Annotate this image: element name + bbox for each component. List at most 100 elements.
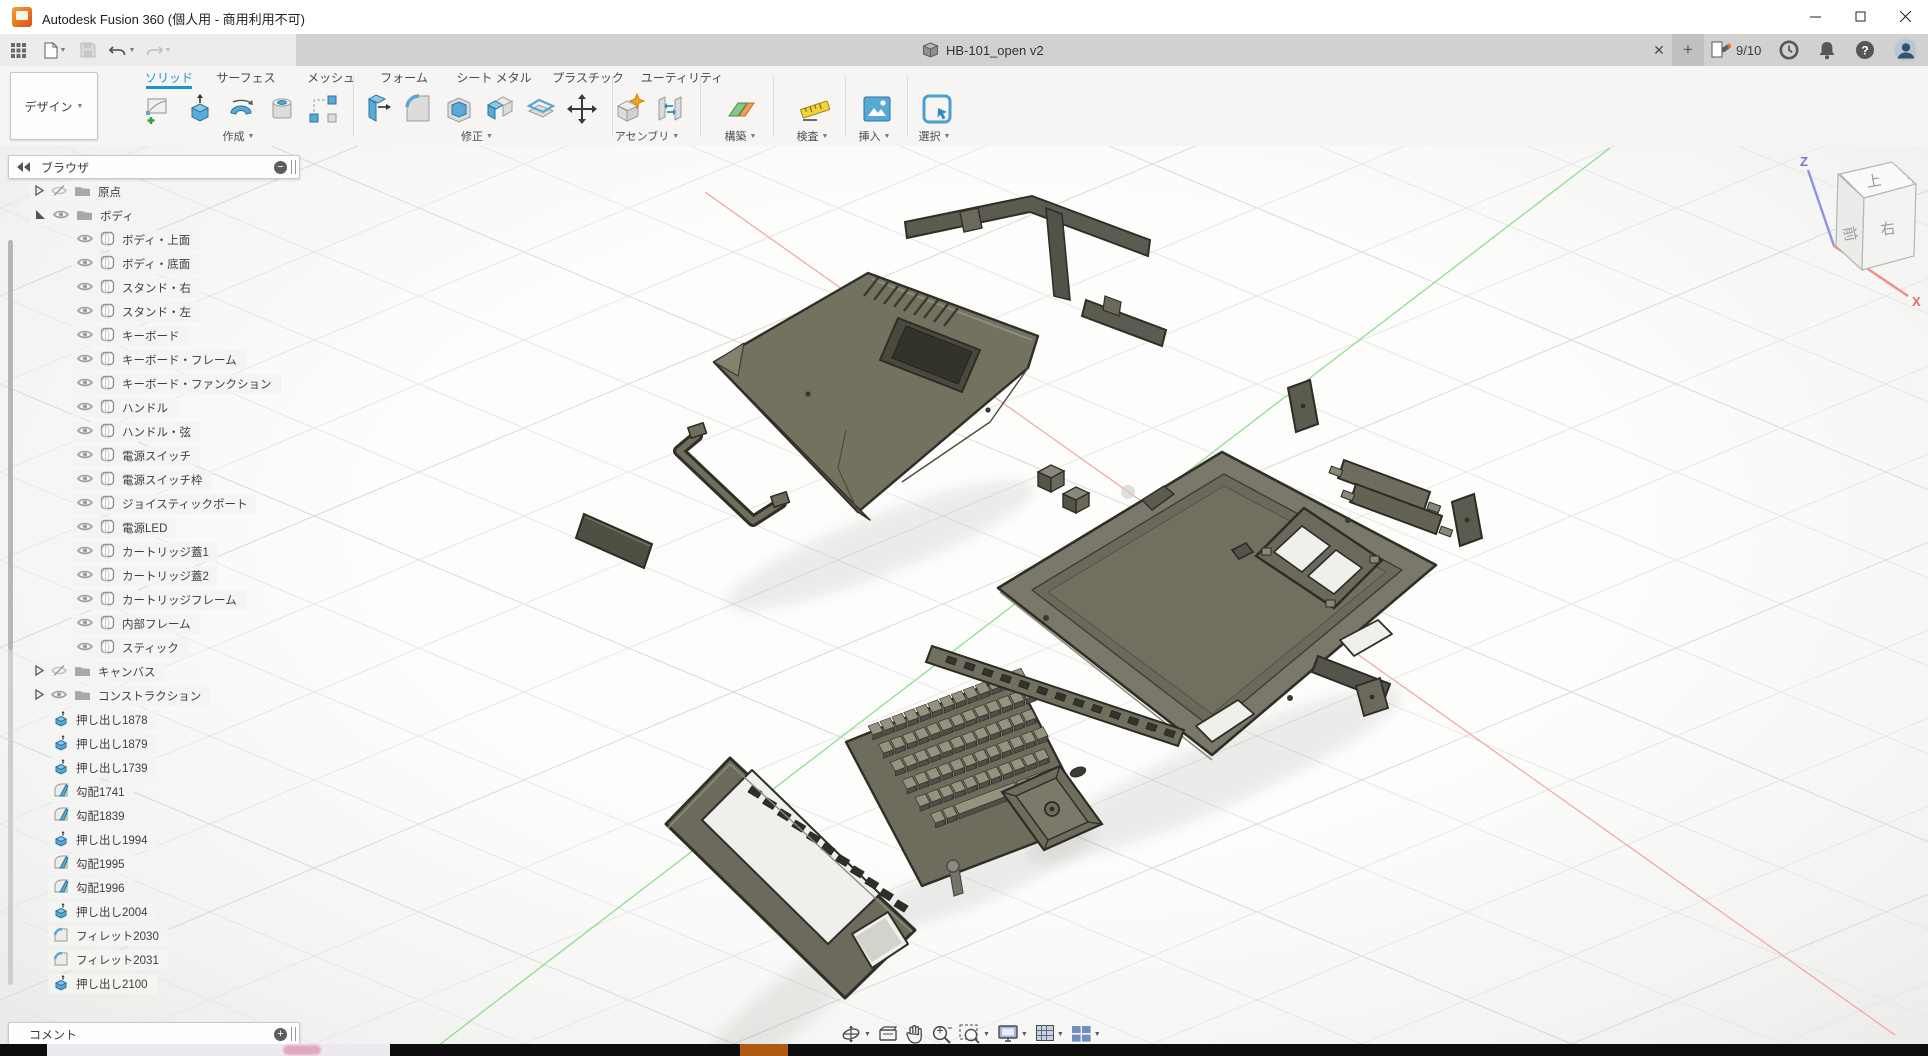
browser-folder-2[interactable]: ボディ [30,206,143,226]
feature-item-8[interactable]: 勾配1996 [48,878,134,898]
shell-icon[interactable] [440,90,478,128]
close-button[interactable] [1883,0,1928,33]
visibility-eye-icon[interactable] [77,593,93,607]
comment-add-icon[interactable]: + [274,1028,287,1041]
browser-body-20[interactable]: スティック [72,638,188,658]
comment-grip[interactable] [291,1027,296,1041]
pan-icon[interactable] [905,1024,924,1044]
feature-item-3[interactable]: 押し出し1739 [48,758,157,778]
ribbon-tab-2[interactable]: サーフェス [216,66,275,88]
part-power-switch-1[interactable] [1038,465,1064,492]
grid-settings-icon[interactable]: ▼ [1035,1024,1064,1044]
visibility-eye-icon[interactable] [51,185,67,200]
feature-item-11[interactable]: フィレット2031 [48,950,168,970]
new-tab-button[interactable]: + [1672,34,1704,66]
browser-panel-header[interactable]: ブラウザ − [8,155,300,179]
browser-body-19[interactable]: 内部フレーム [72,614,200,634]
feature-item-6[interactable]: 押し出し1994 [48,830,157,850]
workspace-selector[interactable]: デザイン▼ [10,72,98,140]
browser-collapse-icon[interactable]: − [274,161,287,174]
save-icon[interactable] [76,38,100,62]
visibility-eye-icon[interactable] [77,449,93,463]
browser-body-12[interactable]: 電源スイッチ [72,446,200,466]
presspull-icon[interactable] [358,90,396,128]
offset-icon[interactable] [522,90,560,128]
visibility-eye-icon[interactable] [77,233,93,247]
visibility-eye-icon[interactable] [77,497,93,511]
browser-body-18[interactable]: カートリッジフレーム [72,590,246,610]
ribbon-tab-5[interactable]: シート メタル [456,66,531,88]
visibility-eye-icon[interactable] [77,545,93,559]
feature-item-2[interactable]: 押し出し1879 [48,734,157,754]
group-label-4[interactable]: 構築▼ [725,128,757,144]
part-handle-rail-1[interactable] [905,196,1150,300]
combine-icon[interactable] [481,90,519,128]
browser-body-8[interactable]: キーボード・フレーム [72,350,246,370]
collapse-arrow-icon[interactable] [35,665,44,679]
expand-arrow-icon[interactable] [35,209,46,223]
part-handle-rail-2[interactable] [1082,296,1166,346]
visibility-eye-icon[interactable] [77,329,93,343]
insert-icon[interactable] [858,90,896,128]
tab-close-icon[interactable]: ✕ [1648,39,1670,61]
help-icon[interactable]: ? [1854,39,1876,61]
visibility-eye-icon[interactable] [77,473,93,487]
maximize-button[interactable] [1838,0,1883,33]
visibility-eye-icon[interactable] [51,665,67,680]
visibility-eye-icon[interactable] [53,209,69,223]
part-handle[interactable] [679,423,789,521]
display-settings-icon[interactable]: ▼ [997,1024,1028,1044]
part-power-led-strip[interactable] [576,514,652,568]
group-label-7[interactable]: 選択▼ [919,128,951,144]
browser-body-3[interactable]: ボディ・上面 [72,230,199,250]
timeline-marker[interactable] [283,1045,321,1055]
undo-icon[interactable]: ▼ [106,38,138,62]
visibility-eye-icon[interactable] [77,425,93,439]
visibility-eye-icon[interactable] [77,641,93,655]
measure-icon[interactable] [796,90,834,128]
timeline-strip[interactable] [0,1044,1928,1056]
browser-body-11[interactable]: ハンドル・弦 [72,422,200,442]
browser-body-13[interactable]: 電源スイッチ枠 [72,470,212,490]
feature-item-12[interactable]: 押し出し2100 [48,974,157,994]
collapse-arrow-icon[interactable] [35,185,44,199]
visibility-eye-icon[interactable] [77,281,93,295]
feature-item-1[interactable]: 押し出し1878 [48,710,157,730]
browser-body-16[interactable]: カートリッジ蓋1 [72,542,218,562]
move-icon[interactable] [563,90,601,128]
browser-folder-21[interactable]: キャンバス [30,662,165,682]
visibility-eye-icon[interactable] [77,521,93,535]
browser-body-5[interactable]: スタンド・右 [72,278,200,298]
ribbon-tab-6[interactable]: プラスチック [552,66,624,88]
browser-body-7[interactable]: キーボード [72,326,189,346]
feature-item-9[interactable]: 押し出し2004 [48,902,157,922]
browser-body-9[interactable]: キーボード・ファンクション [72,374,281,394]
newcomp-icon[interactable] [610,90,648,128]
feature-item-5[interactable]: 勾配1839 [48,806,134,826]
part-cartridge-lid-1[interactable] [1288,380,1318,432]
visibility-eye-icon[interactable] [77,353,93,367]
joint-icon[interactable] [651,90,689,128]
browser-body-6[interactable]: スタンド・左 [72,302,200,322]
visibility-eye-icon[interactable] [51,689,67,703]
feature-item-10[interactable]: フィレット2030 [48,926,168,946]
editable-documents-badge[interactable]: 9/10 [1710,38,1761,62]
group-label-3[interactable]: アセンブリ▼ [615,128,679,144]
notifications-icon[interactable] [1816,39,1838,61]
viewports-icon[interactable]: ▼ [1071,1025,1101,1043]
visibility-eye-icon[interactable] [77,377,93,391]
browser-body-4[interactable]: ボディ・底面 [72,254,199,274]
ribbon-tab-7[interactable]: ユーティリティ [641,66,724,88]
visibility-eye-icon[interactable] [77,569,93,583]
browser-body-15[interactable]: 電源LED [72,518,176,538]
plane-icon[interactable] [724,90,762,128]
browser-grip[interactable] [291,160,296,174]
look-at-icon[interactable] [878,1025,898,1043]
group-label-1[interactable]: 作成▼ [223,128,255,144]
visibility-eye-icon[interactable] [77,257,93,271]
fillet-icon[interactable] [399,90,437,128]
extrude-icon[interactable] [181,90,219,128]
browser-folder-22[interactable]: コンストラクション [30,686,210,706]
visibility-eye-icon[interactable] [77,305,93,319]
feature-item-4[interactable]: 勾配1741 [48,782,134,802]
